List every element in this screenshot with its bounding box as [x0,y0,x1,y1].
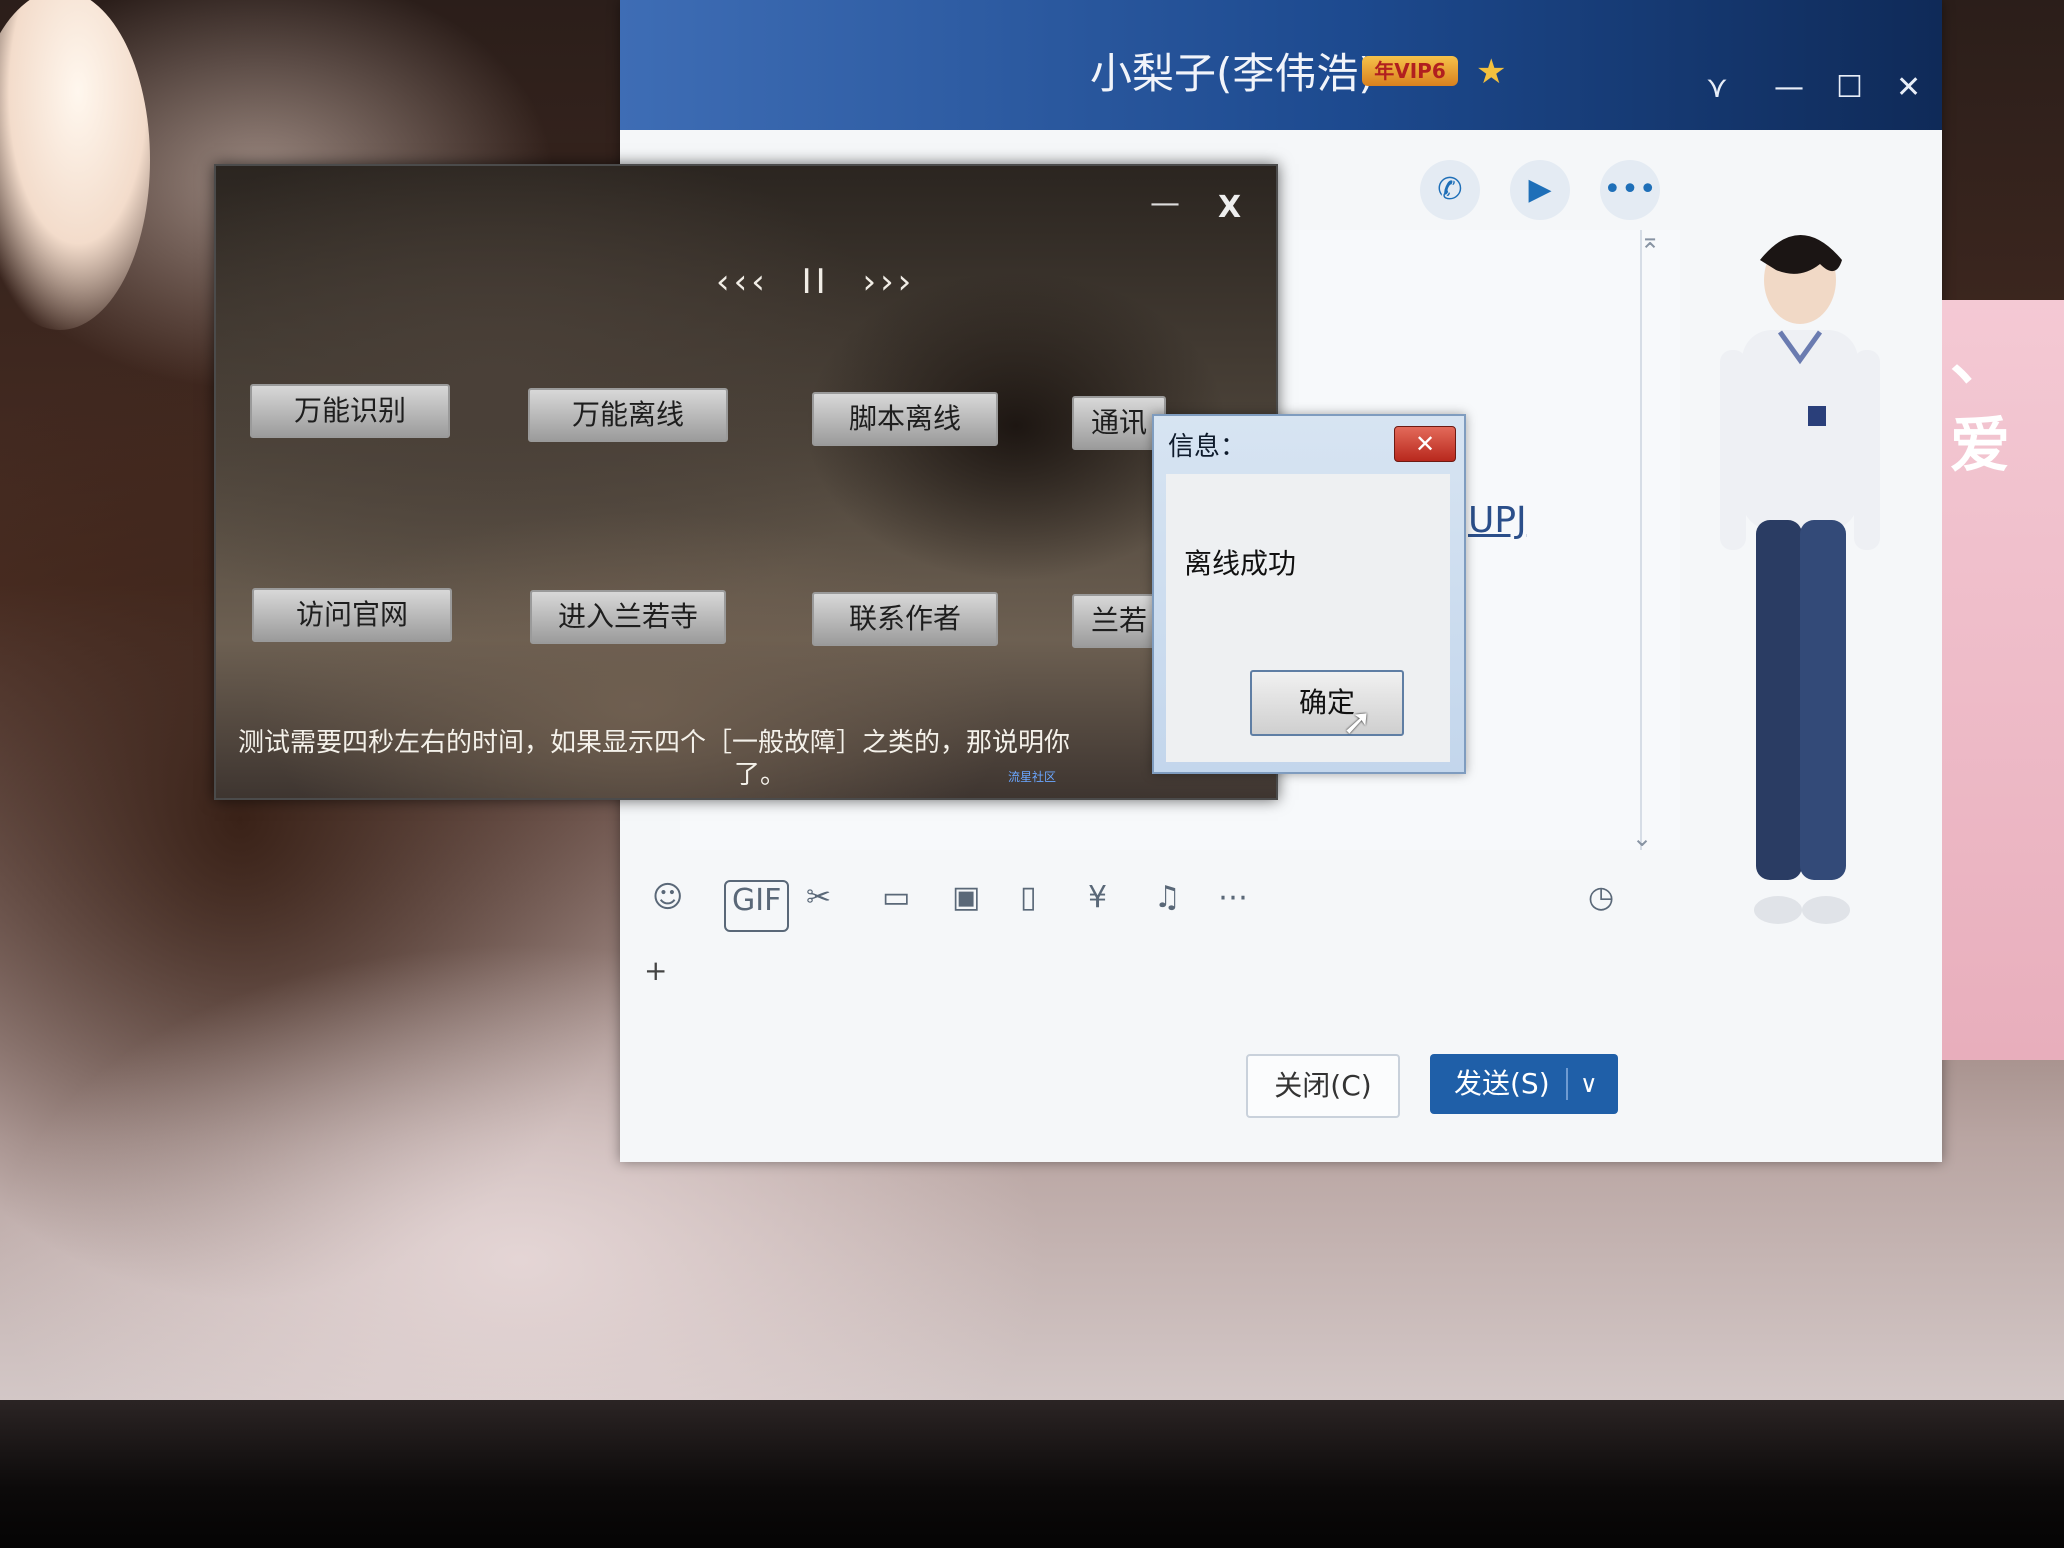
close-chat-button[interactable]: 关闭(C) [1246,1054,1400,1118]
dialog-close-button[interactable]: ✕ [1394,426,1456,462]
tool-note-line1: 测试需要四秒左右的时间，如果显示四个［一般故障］之类的，那说明你 [238,728,1071,758]
next-icon[interactable]: ››› [862,262,915,302]
chat-divider [1640,230,1642,850]
chevron-down-icon[interactable]: ∨ [1580,1054,1598,1114]
folder-icon[interactable]: ▭ [882,880,910,924]
phone-icon[interactable]: ✆ [1420,160,1480,220]
more-icon[interactable]: ••• [1600,160,1660,220]
enter-lanruo-temple-button[interactable]: 进入兰若寺 [530,590,726,644]
emoji-icon[interactable]: ☺ [652,880,683,924]
shake-icon[interactable]: ▯ [1020,880,1037,924]
tool-window: — X ‹‹‹ II ››› 万能识别 万能离线 脚本离线 通讯 访问官网 进入… [214,164,1278,800]
message-input[interactable] [642,950,1662,1060]
dialog-title: 信息： [1168,432,1247,462]
send-label: 发送(S) [1454,1067,1550,1100]
tool-minimize-button[interactable]: — [1150,186,1180,221]
send-separator [1566,1068,1568,1100]
tool-small-label[interactable]: 流星社区 [1008,768,1056,785]
video-call-icon[interactable]: ▶ [1510,160,1570,220]
close-button[interactable]: ✕ [1896,70,1921,105]
contact-author-button[interactable]: 联系作者 [812,592,998,646]
wallpaper-flower [0,0,150,330]
avatar-show-figure [1720,235,1880,924]
prev-icon[interactable]: ‹‹‹ [716,262,769,302]
mouse-pointer-icon: ➚ [1342,702,1373,743]
chat-link[interactable]: UPJ [1468,500,1527,541]
gif-icon[interactable]: GIF [724,880,790,932]
maximize-button[interactable]: ☐ [1836,70,1863,105]
dialog-message: 离线成功 [1184,547,1297,580]
ok-button[interactable]: 确定 [1250,670,1404,736]
text-cursor: + [644,954,668,987]
star-icon[interactable]: ★ [1476,52,1506,92]
tool-note-line2: 了。 [734,760,787,790]
red-packet-icon[interactable]: ¥ [1088,880,1107,924]
vip-badge[interactable]: 年VIP6 [1362,56,1458,86]
universal-recognition-button[interactable]: 万能识别 [250,384,450,438]
universal-offline-button[interactable]: 万能离线 [528,388,728,442]
history-clock-icon[interactable]: ◷ [1588,880,1614,924]
music-icon[interactable]: ♫ [1154,880,1181,924]
send-button[interactable]: 发送(S) ∨ [1430,1054,1618,1114]
pause-icon[interactable]: II [802,262,830,302]
more-tools-icon[interactable]: ⋯ [1218,880,1248,924]
scroll-up-icon[interactable]: ⌅ [1640,226,1660,254]
info-dialog: 信息： ✕ 离线成功 确定 [1152,414,1466,774]
player-controls: ‹‹‹ II ››› [716,262,915,302]
scroll-down-icon[interactable]: ⌄ [1632,824,1652,852]
contact-name: 小梨子(李伟浩) [1090,49,1375,98]
script-offline-button[interactable]: 脚本离线 [812,392,998,446]
dropdown-icon[interactable]: ⋎ [1706,70,1728,105]
visit-website-button[interactable]: 访问官网 [252,588,452,642]
image-icon[interactable]: ▣ [952,880,980,924]
minimize-button[interactable]: — [1774,70,1804,105]
side-widget-text: 、爱 [1950,324,2010,481]
tool-close-button[interactable]: X [1218,190,1241,225]
scissors-icon[interactable]: ✂ [806,880,831,924]
monitor-bezel [0,1400,2064,1548]
chat-title-bar[interactable]: 小梨子(李伟浩) 年VIP6 ★ ⋎ — ☐ ✕ [620,0,1942,130]
